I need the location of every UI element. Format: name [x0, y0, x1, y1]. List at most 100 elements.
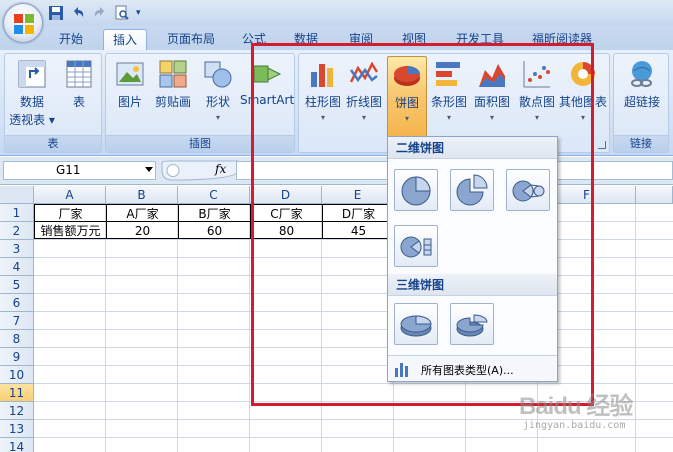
- hyperlink-button[interactable]: 超链接: [618, 58, 666, 110]
- links-group-label: 链接: [614, 135, 668, 152]
- redo-icon[interactable]: [92, 5, 108, 21]
- picture-button[interactable]: 图片: [110, 58, 150, 110]
- tab-view[interactable]: 视图: [393, 29, 435, 50]
- baidu-watermark: Baidu 经验 jingyan.baidu.com: [519, 378, 669, 438]
- row-header-selected[interactable]: 11: [0, 384, 34, 402]
- cell-a2[interactable]: 销售额万元: [34, 221, 107, 239]
- tab-page-layout[interactable]: 页面布局: [158, 29, 224, 50]
- cell-d1[interactable]: C厂家: [250, 204, 323, 222]
- name-box-dropdown-icon[interactable]: [145, 167, 153, 172]
- grid-line: [34, 347, 673, 348]
- exploded-pie-2d-button[interactable]: [450, 169, 494, 211]
- scatter-chart-button[interactable]: 散点图 ▾: [515, 58, 559, 122]
- row-header[interactable]: 4: [0, 258, 34, 276]
- section-3d-pie-header: 三维饼图: [388, 274, 557, 296]
- column-header-a[interactable]: A: [34, 186, 106, 204]
- qat-customize-arrow-icon[interactable]: ▾: [136, 8, 141, 18]
- tables-group-label: 表: [5, 135, 101, 152]
- other-charts-icon: [571, 62, 595, 86]
- formula-bar: G11 fx: [0, 157, 673, 185]
- cell-b1[interactable]: A厂家: [106, 204, 179, 222]
- row-header[interactable]: 12: [0, 402, 34, 420]
- tab-foxit-reader[interactable]: 福昕阅读器: [524, 29, 600, 50]
- row-header[interactable]: 5: [0, 276, 34, 294]
- column-header-i[interactable]: [636, 186, 673, 204]
- column-header-c[interactable]: C: [178, 186, 250, 204]
- all-chart-types-icon: [395, 363, 408, 377]
- cell-c1[interactable]: B厂家: [178, 204, 251, 222]
- pie-chart-icon: [394, 66, 420, 86]
- tab-formulas[interactable]: 公式: [234, 29, 274, 50]
- cell-b2[interactable]: 20: [106, 221, 179, 239]
- tab-home[interactable]: 开始: [50, 29, 92, 50]
- line-chart-icon: [349, 61, 379, 83]
- tab-data[interactable]: 数据: [285, 29, 327, 50]
- line-chart-button[interactable]: 折线图 ▾: [344, 58, 384, 122]
- pivot-table-button[interactable]: 数据 透视表 ▾: [7, 58, 57, 128]
- row-header[interactable]: 1: [0, 204, 34, 222]
- other-charts-button[interactable]: 其他图表 ▾: [559, 58, 607, 122]
- bar-chart-button[interactable]: 条形图 ▾: [429, 58, 469, 122]
- column-header-b[interactable]: B: [106, 186, 178, 204]
- row-header[interactable]: 6: [0, 294, 34, 312]
- pie-chart-button[interactable]: 饼图 ▾: [387, 56, 427, 138]
- column-chart-button[interactable]: 柱形图 ▾: [303, 58, 343, 122]
- table-icon: [66, 60, 92, 88]
- clipart-button[interactable]: 剪贴画: [150, 58, 196, 110]
- area-chart-button[interactable]: 面积图 ▾: [470, 58, 514, 122]
- cell-d2[interactable]: 80: [250, 221, 323, 239]
- bar-chart-icon: [436, 62, 460, 86]
- bar-chart-label: 条形图: [430, 95, 467, 109]
- row-header[interactable]: 10: [0, 366, 34, 384]
- cell-e1[interactable]: D厂家: [322, 204, 395, 222]
- grid-line: [34, 275, 673, 276]
- pie-of-pie-button[interactable]: [506, 169, 550, 211]
- table-button[interactable]: 表: [59, 58, 99, 110]
- cell-c2[interactable]: 60: [178, 221, 251, 239]
- save-icon[interactable]: [48, 5, 64, 21]
- tab-review[interactable]: 审阅: [340, 29, 382, 50]
- office-button[interactable]: [3, 3, 43, 43]
- illustrations-group-label: 插图: [106, 135, 294, 152]
- undo-icon[interactable]: [70, 5, 86, 21]
- row-header[interactable]: 13: [0, 420, 34, 438]
- table-label: 表: [72, 95, 85, 109]
- pie-of-pie-icon: [512, 180, 545, 202]
- exploded-pie-2d-icon: [456, 174, 488, 206]
- column-header-e[interactable]: E: [322, 186, 394, 204]
- cell-a1[interactable]: 厂家: [34, 204, 107, 222]
- pivot-table-icon: [18, 60, 46, 88]
- column-chart-arrow-icon: ▾: [320, 113, 325, 122]
- scatter-chart-label: 散点图: [518, 95, 555, 109]
- pie-3d-button[interactable]: [394, 303, 438, 345]
- pie-2d-button[interactable]: [394, 169, 438, 211]
- shapes-label: 形状: [205, 95, 230, 109]
- tab-insert[interactable]: 插入: [103, 29, 147, 50]
- tab-developer[interactable]: 开发工具: [447, 29, 513, 50]
- charts-dialog-launcher-icon[interactable]: [598, 141, 606, 149]
- shapes-button[interactable]: 形状 ▾: [198, 58, 238, 122]
- row-header[interactable]: 3: [0, 240, 34, 258]
- pie-chart-arrow-icon: ▾: [404, 114, 409, 123]
- pie-2d-icon: [401, 176, 431, 206]
- exploded-pie-3d-icon: [456, 314, 488, 337]
- column-header-d[interactable]: D: [250, 186, 322, 204]
- insert-function-icon[interactable]: fx: [215, 162, 226, 176]
- select-all-corner[interactable]: [0, 186, 34, 204]
- cell-e2[interactable]: 45: [322, 221, 395, 239]
- ribbon-tabs: 开始 插入 页面布局 公式 数据 审阅 视图 开发工具 福昕阅读器: [0, 26, 673, 50]
- row-header[interactable]: 9: [0, 348, 34, 366]
- smartart-button[interactable]: SmartArt: [240, 58, 294, 107]
- bar-of-pie-button[interactable]: [394, 225, 438, 267]
- bar-of-pie-icon: [400, 236, 432, 258]
- picture-label: 图片: [117, 95, 142, 109]
- name-box[interactable]: G11: [3, 161, 156, 180]
- row-header[interactable]: 2: [0, 222, 34, 240]
- exploded-pie-3d-button[interactable]: [450, 303, 494, 345]
- row-header[interactable]: 14: [0, 438, 34, 452]
- row-header[interactable]: 7: [0, 312, 34, 330]
- area-chart-arrow-icon: ▾: [489, 113, 494, 122]
- row-header[interactable]: 8: [0, 330, 34, 348]
- formula-bar-expander[interactable]: [160, 160, 240, 181]
- print-preview-icon[interactable]: [114, 5, 130, 21]
